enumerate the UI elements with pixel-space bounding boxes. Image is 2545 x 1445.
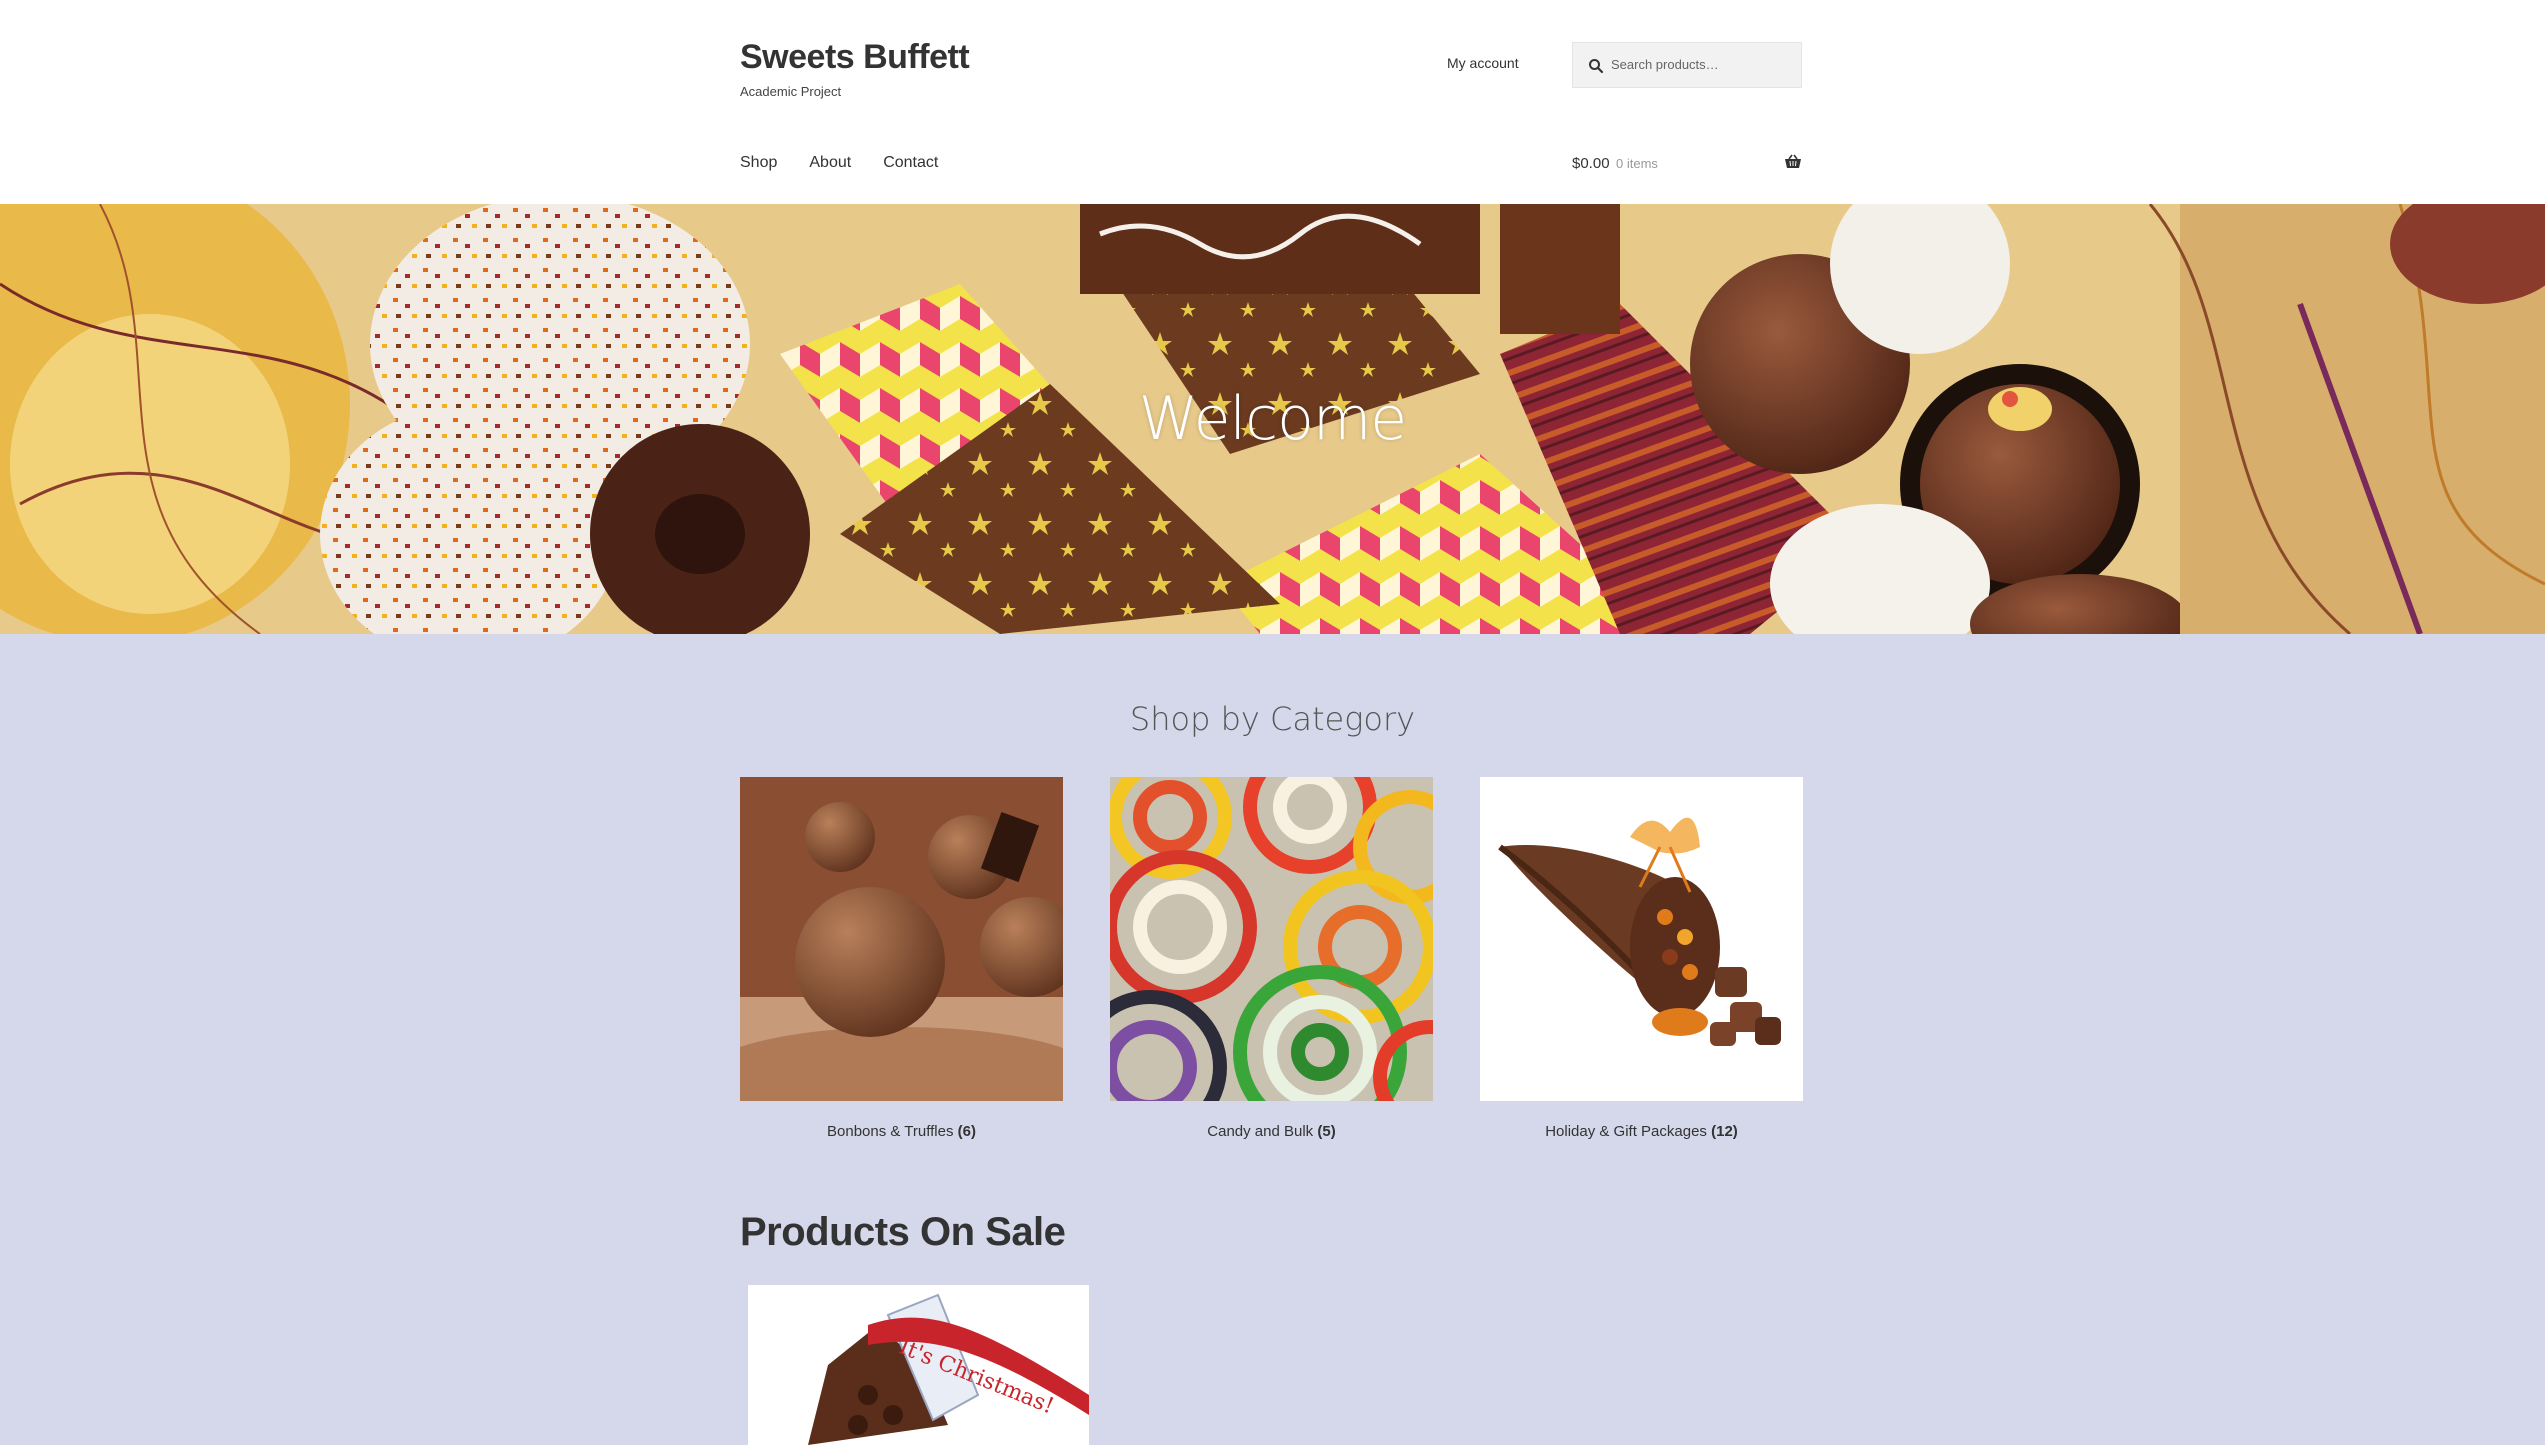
product-card[interactable]: It's Christmas! [748, 1285, 1089, 1445]
search-input[interactable]: Search products… [1572, 42, 1802, 88]
primary-nav: Shop About Contact [740, 154, 970, 172]
nav-item-about[interactable]: About [809, 154, 851, 172]
hero-title: Welcome [1138, 384, 1407, 454]
category-card-candy[interactable]: Candy and Bulk (5) [1110, 777, 1433, 1140]
nav-item-shop[interactable]: Shop [740, 154, 777, 172]
category-name: Bonbons & Truffles [827, 1123, 954, 1140]
category-count: (12) [1711, 1123, 1738, 1140]
candy-image [1110, 777, 1433, 1101]
category-count: (5) [1317, 1123, 1336, 1140]
cart-link[interactable]: $0.00 0 items [1572, 154, 1802, 177]
category-name: Holiday & Gift Packages [1545, 1123, 1707, 1140]
category-count: (6) [957, 1123, 976, 1140]
search-placeholder: Search products… [1611, 57, 1719, 72]
search-icon [1589, 59, 1604, 74]
cart-count: 0 items [1616, 156, 1658, 171]
site-header: Sweets Buffett Academic Project My accou… [0, 0, 2545, 204]
holiday-image [1480, 777, 1803, 1101]
category-card-holiday[interactable]: Holiday & Gift Packages (12) [1480, 777, 1803, 1140]
category-name: Candy and Bulk [1207, 1123, 1314, 1140]
product-image: It's Christmas! [748, 1285, 1089, 1445]
products-on-sale-title: Products On Sale [740, 1210, 1066, 1254]
site-title[interactable]: Sweets Buffett [740, 38, 970, 77]
my-account-link[interactable]: My account [1447, 55, 1519, 71]
cart-amount: $0.00 [1572, 155, 1610, 172]
shop-by-category-title: Shop by Category [1129, 700, 1416, 738]
bonbons-image [740, 777, 1063, 1101]
nav-item-contact[interactable]: Contact [883, 154, 938, 172]
basket-icon [1785, 154, 1801, 168]
category-card-bonbons[interactable]: Bonbons & Truffles (6) [740, 777, 1063, 1140]
category-caption: Candy and Bulk (5) [1110, 1123, 1433, 1140]
site-tagline: Academic Project [740, 84, 842, 99]
category-caption: Holiday & Gift Packages (12) [1480, 1123, 1803, 1140]
hero-banner: Welcome [0, 204, 2545, 634]
category-caption: Bonbons & Truffles (6) [740, 1123, 1063, 1140]
